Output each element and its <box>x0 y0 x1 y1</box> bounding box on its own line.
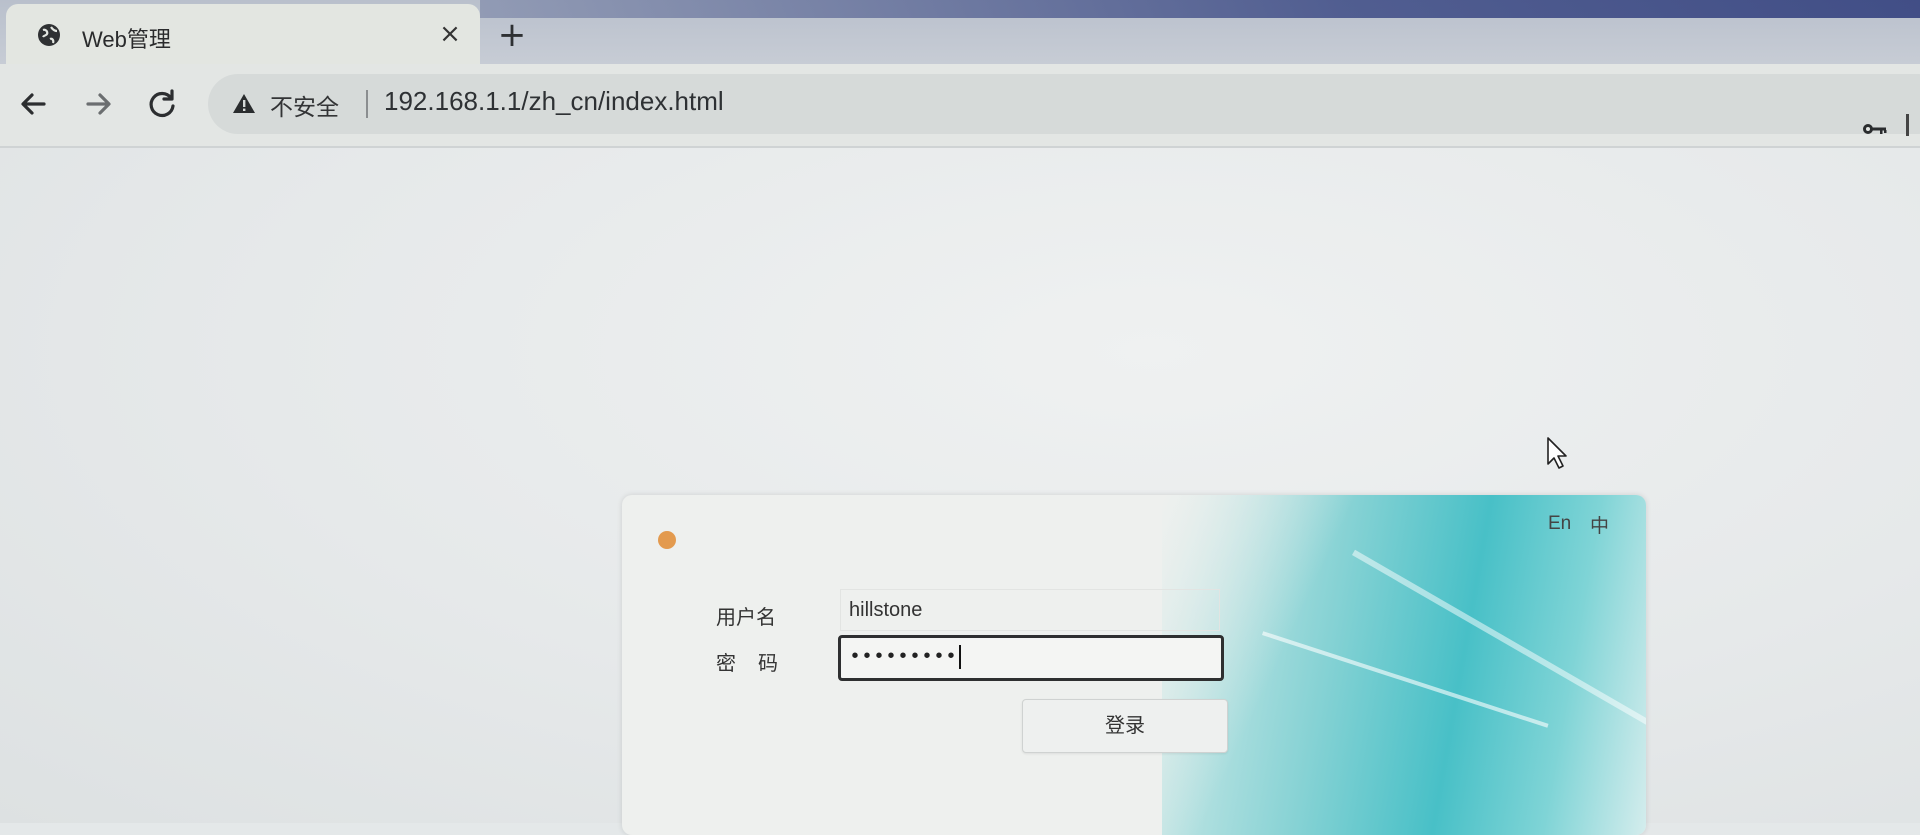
active-tab[interactable]: Web管理 × <box>6 4 480 66</box>
page-viewport: En 中 用户名 密码 ••••••••• 登录 <box>0 148 1920 835</box>
mouse-pointer-icon <box>1547 437 1567 469</box>
password-label: 密码 <box>716 651 800 675</box>
password-masked-value: ••••••••• <box>849 646 958 669</box>
toolbar-edge-icon <box>1906 114 1909 136</box>
tab-close-icon[interactable]: × <box>436 20 464 48</box>
login-button[interactable]: 登录 <box>1022 699 1228 753</box>
language-english-link[interactable]: En <box>1548 513 1571 535</box>
username-label: 用户名 <box>716 605 776 629</box>
decorative-background-art <box>1162 495 1646 835</box>
text-caret <box>959 644 962 669</box>
tab-strip-background <box>480 0 1920 18</box>
tab-strip: Web管理 × + <box>0 0 1920 66</box>
browser-window: Web管理 × + 不安全 192.168.1.1/zh_cn/index.ht… <box>0 0 1920 835</box>
art-light-streak <box>1262 631 1549 728</box>
security-status-label[interactable]: 不安全 <box>270 88 339 122</box>
brand-logo-dot <box>658 531 676 549</box>
forward-arrow-icon[interactable] <box>78 84 118 124</box>
reload-icon[interactable] <box>142 84 182 124</box>
password-field[interactable]: ••••••••• <box>838 635 1224 681</box>
url-text[interactable]: 192.168.1.1/zh_cn/index.html <box>384 86 724 117</box>
login-panel: En 中 用户名 密码 ••••••••• 登录 <box>622 495 1646 835</box>
language-chinese-link[interactable]: 中 <box>1590 511 1609 538</box>
tab-title: Web管理 <box>82 27 171 52</box>
back-arrow-icon[interactable] <box>14 84 54 124</box>
username-field[interactable] <box>840 589 1220 631</box>
address-bar[interactable]: 不安全 192.168.1.1/zh_cn/index.html <box>208 74 1920 134</box>
browser-toolbar: 不安全 192.168.1.1/zh_cn/index.html <box>0 64 1920 148</box>
key-icon[interactable] <box>1862 120 1888 138</box>
globe-icon <box>38 24 60 46</box>
address-separator <box>366 90 368 118</box>
warning-icon[interactable] <box>232 92 256 116</box>
new-tab-button[interactable]: + <box>496 18 528 52</box>
